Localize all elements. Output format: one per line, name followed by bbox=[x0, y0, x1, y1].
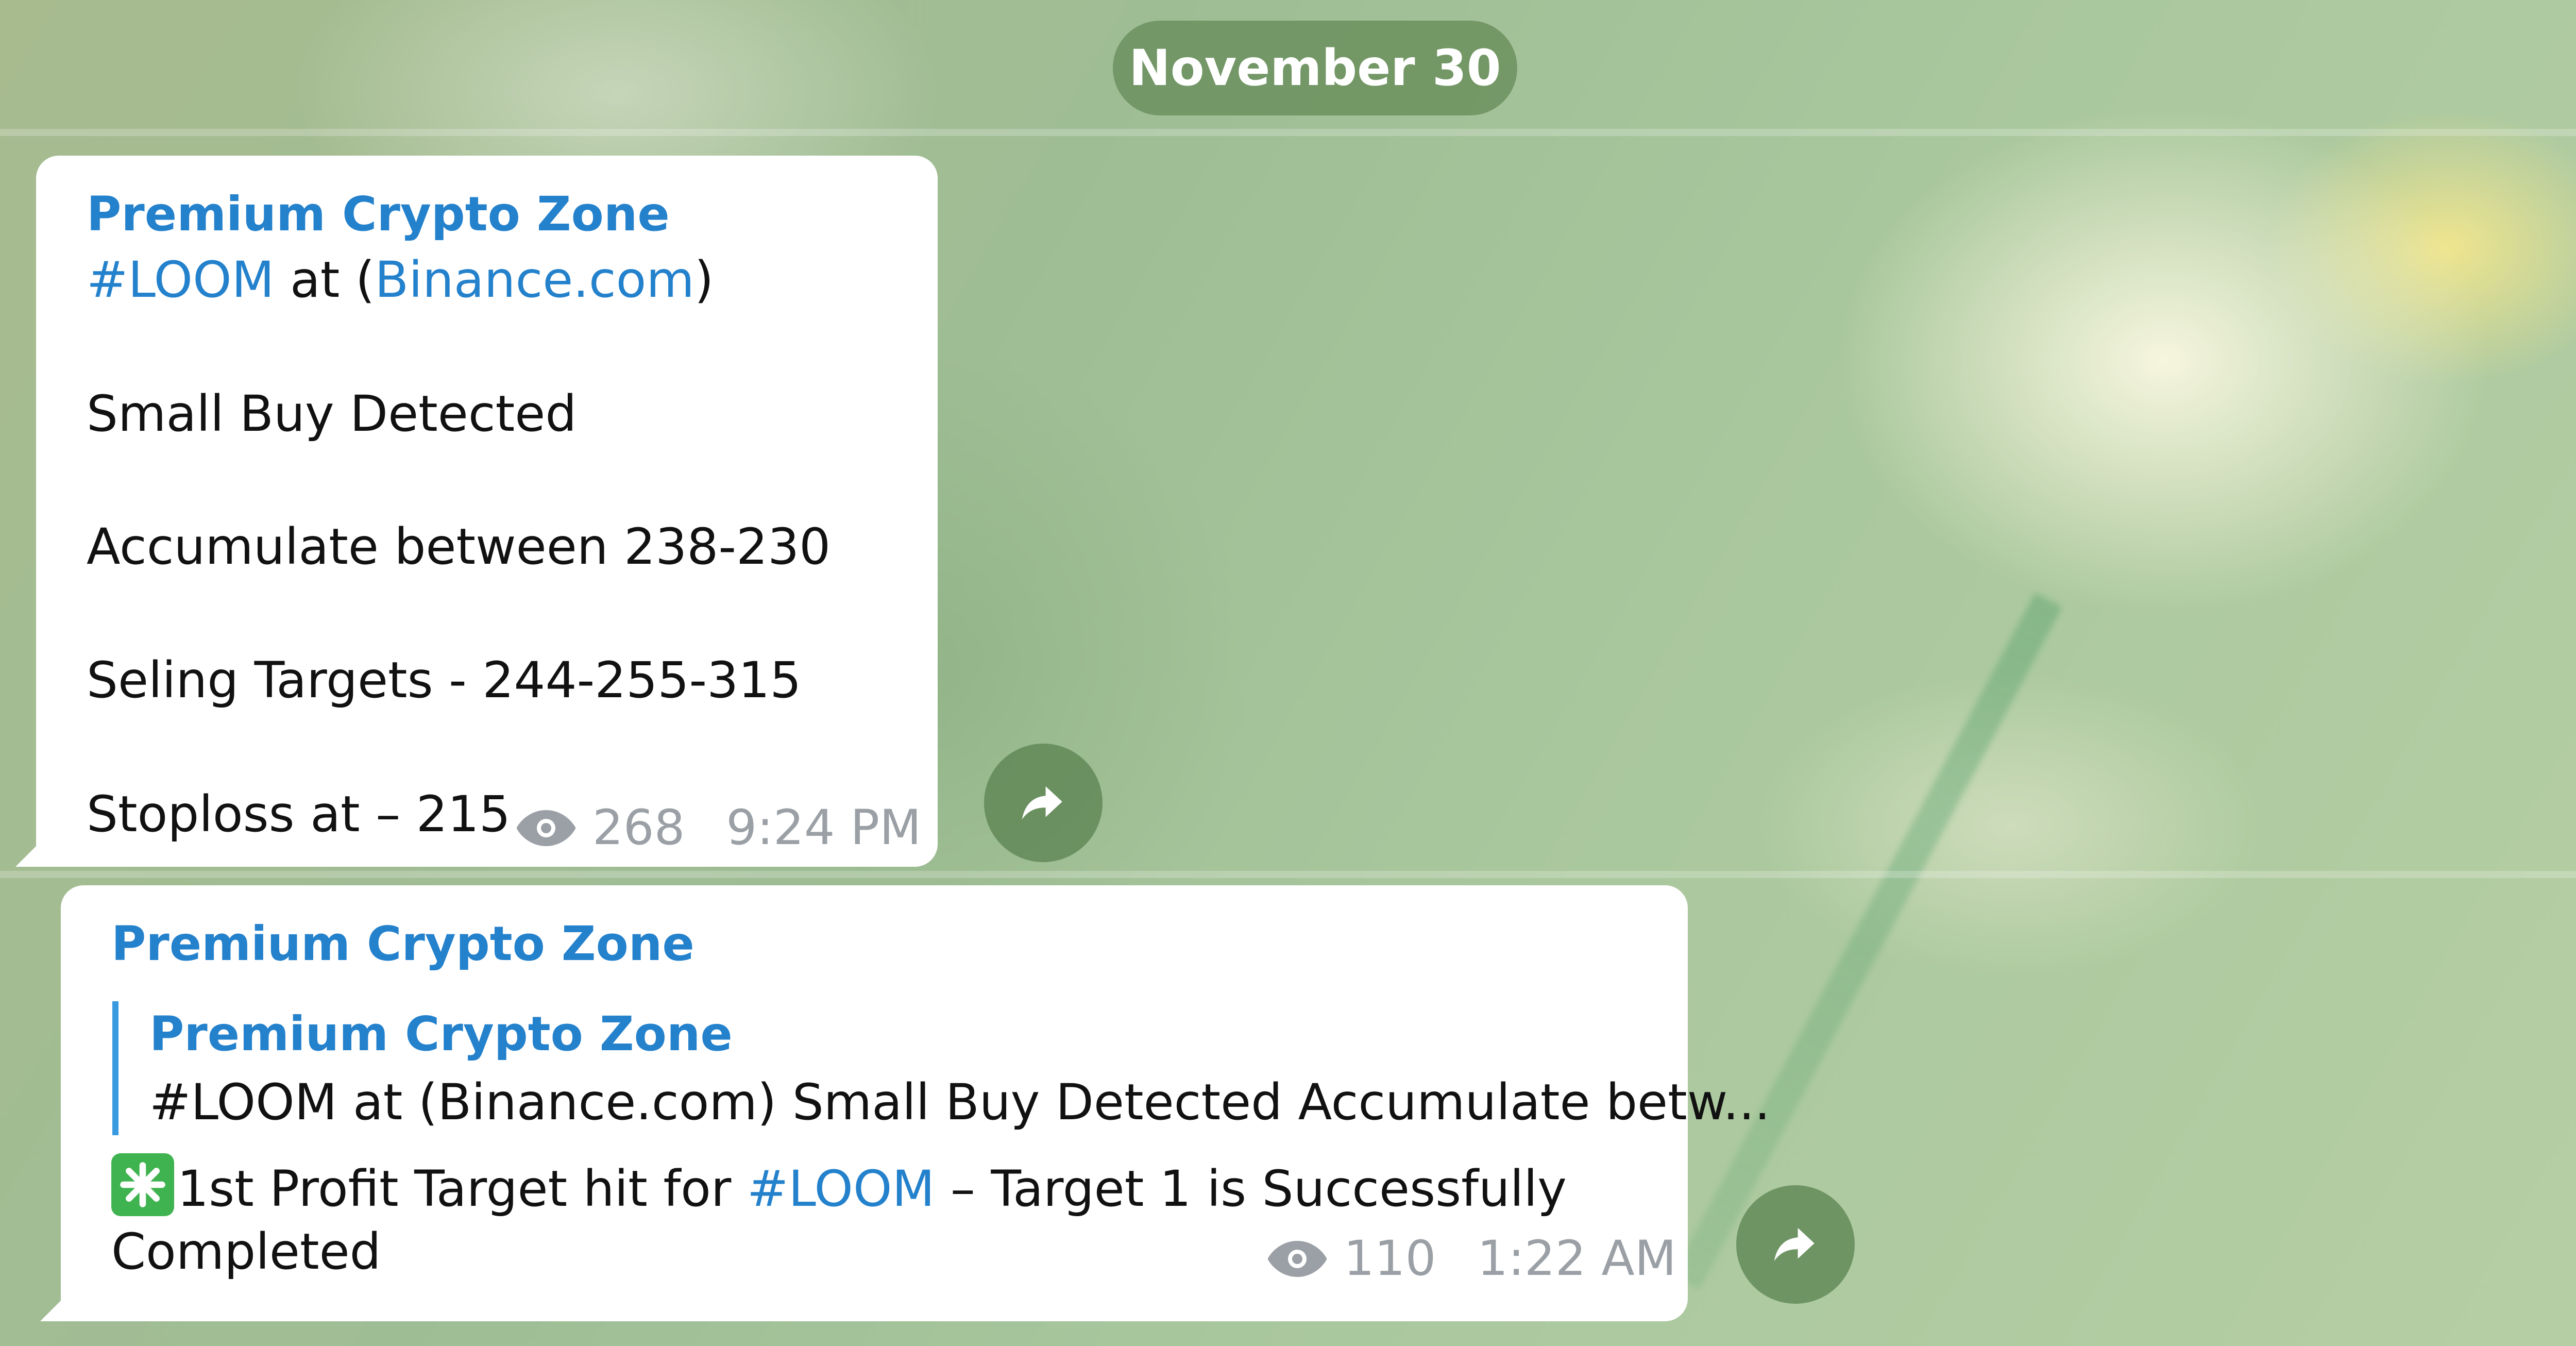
message-meta: 268 9:24 PM bbox=[515, 800, 921, 856]
wallpaper-band bbox=[0, 129, 2576, 136]
share-arrow-icon bbox=[1022, 786, 1062, 820]
message-text: at ( bbox=[274, 251, 375, 309]
eye-icon bbox=[516, 810, 576, 846]
message-text: ) bbox=[694, 251, 714, 309]
message-bubble[interactable]: Premium Crypto Zone Premium Crypto Zone … bbox=[40, 885, 1770, 1321]
view-count: 110 bbox=[1344, 1231, 1436, 1287]
message-line: Small Buy Detected bbox=[87, 385, 577, 443]
message-meta: 110 1:22 AM bbox=[1266, 1231, 1676, 1287]
message-line: Accumulate between 238-230 bbox=[87, 518, 831, 576]
message-text: – Target 1 is Successfully bbox=[935, 1160, 1567, 1218]
message-time: 9:24 PM bbox=[726, 800, 922, 856]
hashtag-link[interactable]: #LOOM bbox=[87, 251, 274, 309]
asterisk-emoji-icon bbox=[111, 1153, 174, 1216]
reply-preview[interactable]: Premium Crypto Zone #LOOM at (Binance.co… bbox=[112, 1001, 1770, 1135]
share-button[interactable] bbox=[984, 744, 1103, 862]
message-line: #LOOM at (Binance.com) bbox=[87, 251, 714, 309]
message-text: 1st Profit Target hit for bbox=[177, 1160, 747, 1218]
share-arrow-icon bbox=[1774, 1227, 1815, 1261]
share-button[interactable] bbox=[1736, 1185, 1855, 1304]
message-line: Seling Targets - 244-255-315 bbox=[87, 651, 802, 709]
reply-text: #LOOM at (Binance.com) Small Buy Detecte… bbox=[149, 1073, 1770, 1131]
reply-sender: Premium Crypto Zone bbox=[149, 1006, 733, 1062]
message-line: 1st Profit Target hit for #LOOM – Target… bbox=[111, 1153, 1567, 1218]
message-sender[interactable]: Premium Crypto Zone bbox=[87, 187, 670, 242]
hashtag-link[interactable]: #LOOM bbox=[747, 1160, 935, 1218]
wallpaper-band bbox=[0, 871, 2576, 878]
message-sender[interactable]: Premium Crypto Zone bbox=[111, 916, 694, 971]
date-separator: November 30 bbox=[1113, 21, 1517, 115]
view-count: 268 bbox=[592, 800, 685, 856]
message-bubble[interactable]: Premium Crypto Zone #LOOM at (Binance.co… bbox=[15, 156, 938, 867]
message-line: Completed bbox=[111, 1223, 381, 1281]
message-line: Stoploss at – 215 bbox=[87, 785, 511, 843]
message-time: 1:22 AM bbox=[1477, 1231, 1676, 1287]
eye-icon bbox=[1267, 1240, 1327, 1277]
exchange-link[interactable]: Binance.com bbox=[375, 251, 694, 309]
